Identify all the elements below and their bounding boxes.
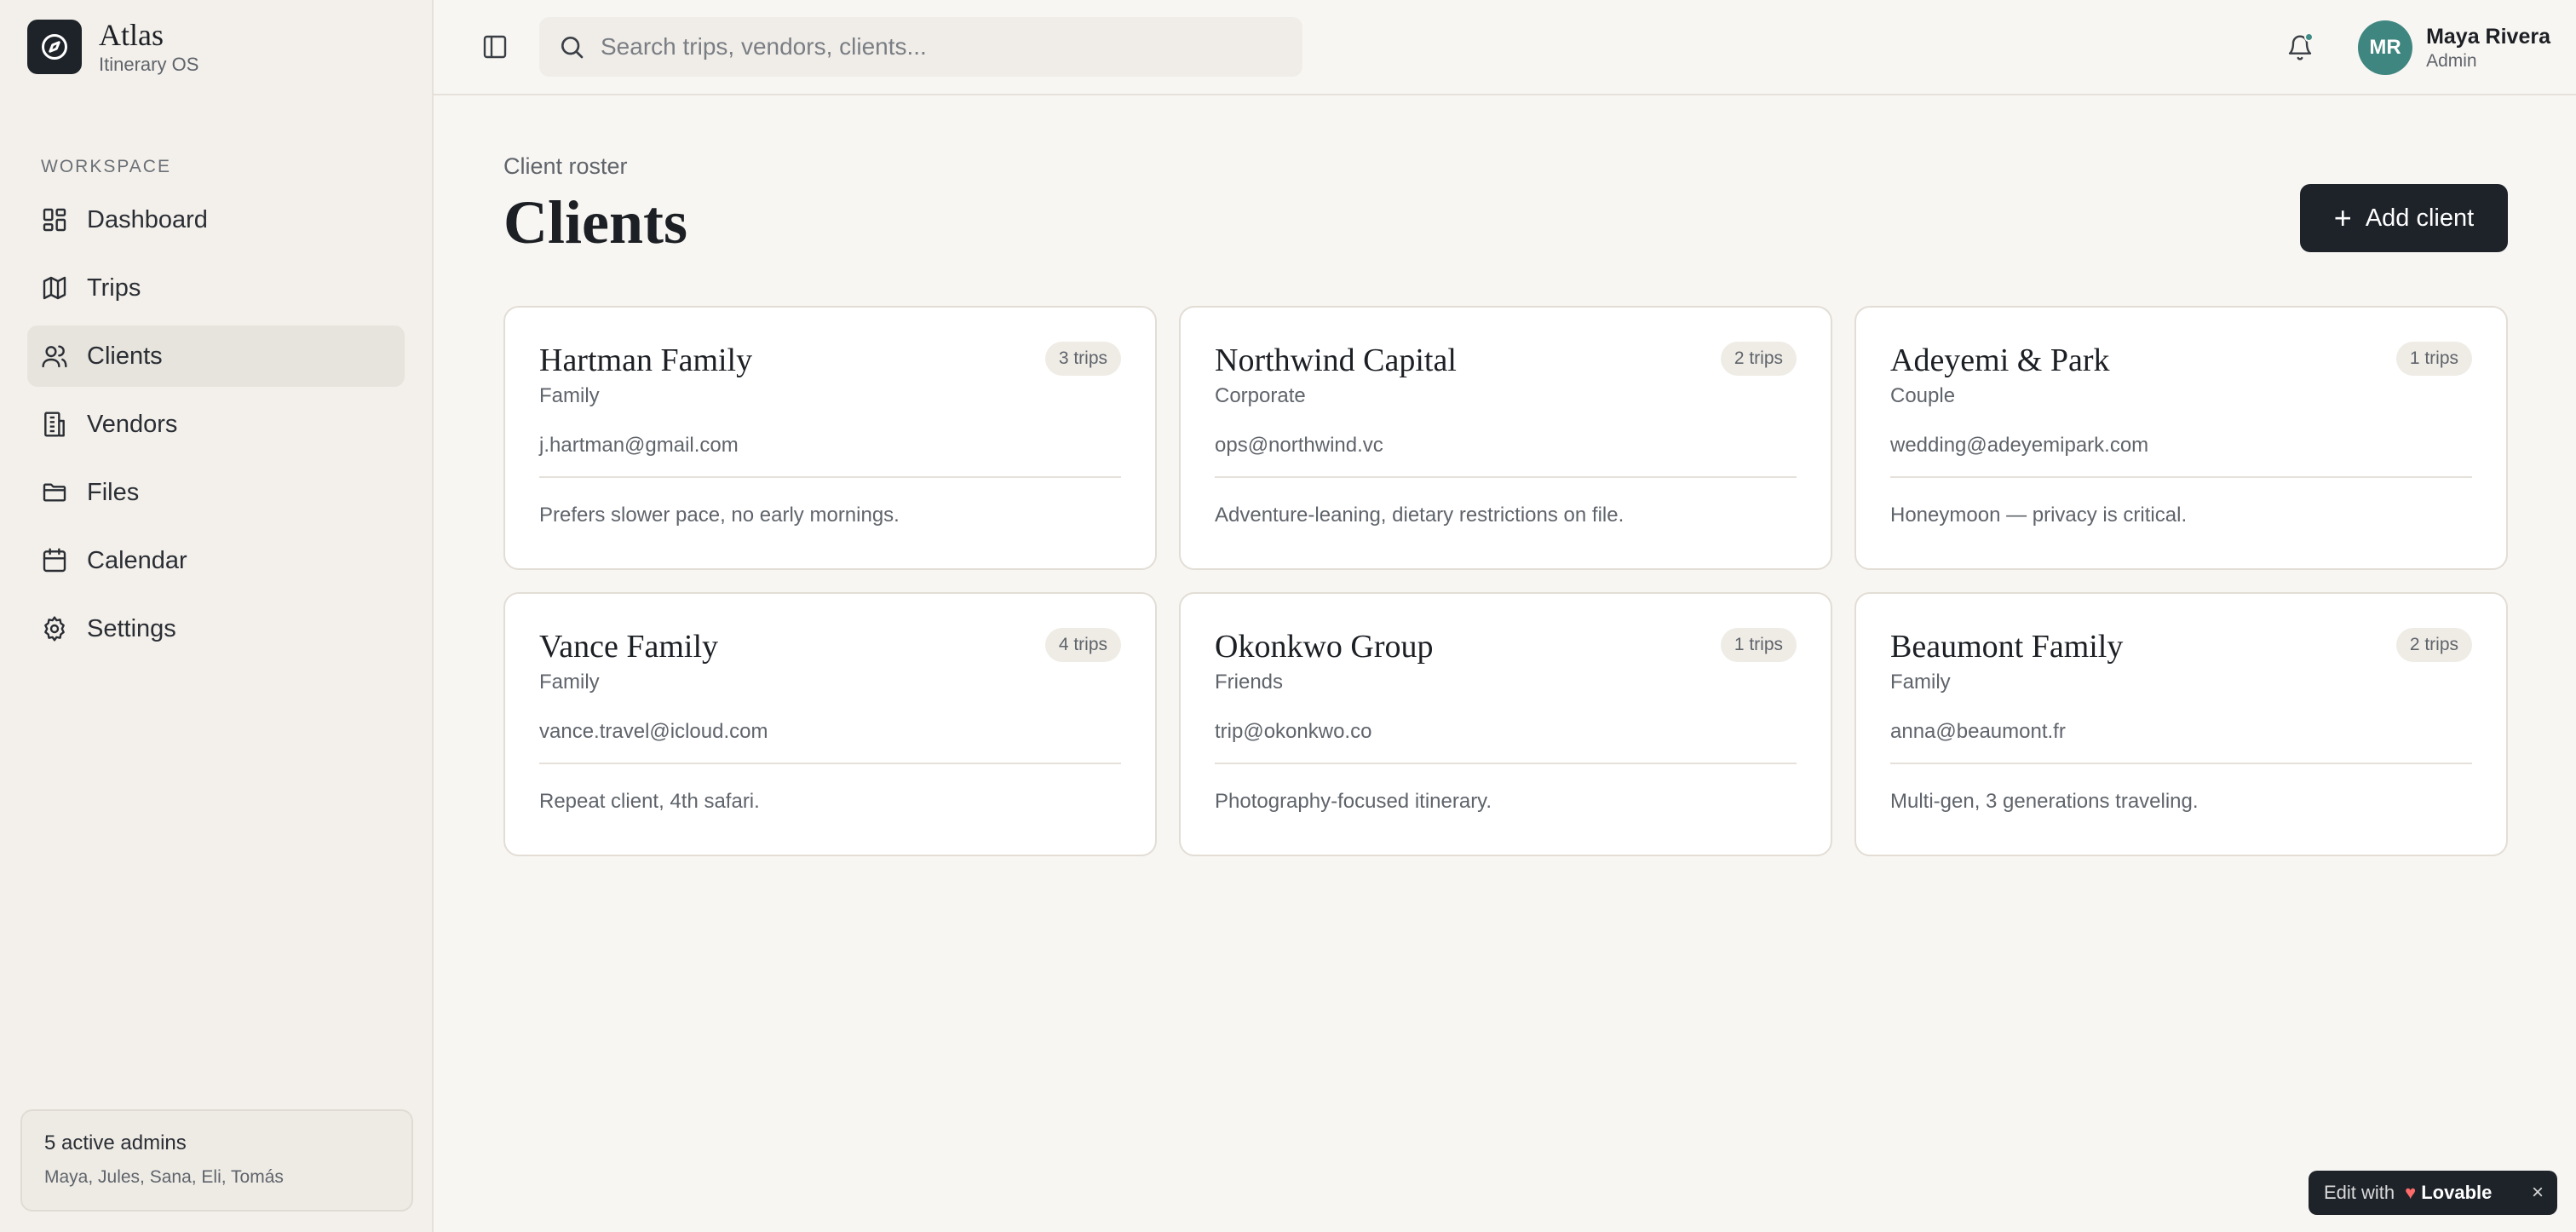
client-email: vance.travel@icloud.com	[539, 720, 768, 743]
lovable-brand: Lovable	[2421, 1182, 2493, 1203]
add-client-button[interactable]: + Add client	[2300, 184, 2508, 252]
gear-icon	[44, 616, 65, 642]
brand-name: Atlas	[99, 18, 164, 52]
sidebar-item-label: Settings	[87, 614, 176, 642]
divider	[1890, 763, 2472, 764]
notification-dot	[2304, 32, 2314, 42]
sidebar-item-label: Clients	[87, 342, 163, 370]
trips-badge: 1 trips	[2395, 342, 2472, 376]
avatar[interactable]: MR	[2358, 20, 2413, 75]
client-name: Beaumont Family	[1890, 629, 2124, 665]
sidebar-item-dashboard[interactable]: Dashboard	[27, 189, 405, 250]
admins-count: 5 active admins	[44, 1131, 187, 1154]
client-note: Multi-gen, 3 generations traveling.	[1890, 790, 2199, 813]
client-card[interactable]: Northwind Capital Corporate ops@northwin…	[1179, 306, 1832, 570]
trips-badge: 1 trips	[1720, 628, 1797, 662]
admins-names: Maya, Jules, Sana, Eli, Tomás	[44, 1167, 284, 1187]
map-icon	[43, 276, 66, 300]
plus-icon: +	[2333, 200, 2352, 235]
client-type: Couple	[1890, 384, 1956, 407]
client-name: Northwind Capital	[1215, 343, 1457, 378]
trips-badge: 2 trips	[2395, 628, 2472, 662]
active-admins-panel: 5 active admins Maya, Jules, Sana, Eli, …	[20, 1109, 413, 1212]
client-note: Repeat client, 4th safari.	[539, 790, 760, 813]
lovable-edit-label: Edit with	[2324, 1182, 2395, 1203]
users-icon	[42, 345, 67, 368]
sidebar-item-label: Calendar	[87, 546, 187, 574]
client-card[interactable]: Adeyemi & Park Couple wedding@adeyemipar…	[1854, 306, 2508, 570]
trips-badge: 4 trips	[1044, 628, 1121, 662]
client-card[interactable]: Okonkwo Group Friends trip@okonkwo.co Ph…	[1179, 592, 1832, 856]
close-icon[interactable]: ×	[2532, 1181, 2544, 1205]
page-eyebrow: Client roster	[503, 153, 628, 179]
client-card[interactable]: Beaumont Family Family anna@beaumont.fr …	[1854, 592, 2508, 856]
topbar: MR Maya Rivera Admin	[434, 0, 2576, 95]
trips-badge: 3 trips	[1044, 342, 1121, 376]
sidebar-nav: Dashboard Trips Clients Vendors Files Ca…	[0, 189, 432, 659]
user-menu[interactable]: Maya Rivera Admin	[2426, 25, 2550, 72]
client-card[interactable]: Hartman Family Family j.hartman@gmail.co…	[503, 306, 1157, 570]
folder-icon	[43, 483, 66, 502]
sidebar: Atlas Itinerary OS WORKSPACE Dashboard T…	[0, 0, 434, 1232]
client-email: ops@northwind.vc	[1215, 434, 1383, 457]
sidebar-item-label: Dashboard	[87, 205, 208, 233]
client-note: Prefers slower pace, no early mornings.	[539, 504, 900, 527]
client-name: Vance Family	[539, 629, 719, 665]
client-type: Family	[539, 671, 600, 694]
client-note: Honeymoon — privacy is critical.	[1890, 504, 2188, 527]
divider	[1215, 763, 1797, 764]
sidebar-item-label: Files	[87, 478, 140, 506]
client-type: Corporate	[1215, 384, 1306, 407]
divider	[1890, 476, 2472, 478]
sidebar-toggle-button[interactable]	[468, 20, 522, 74]
trips-badge: 2 trips	[1720, 342, 1797, 376]
building-icon	[44, 412, 65, 437]
client-email: wedding@adeyemipark.com	[1890, 434, 2149, 457]
brand-subtitle: Itinerary OS	[99, 54, 199, 75]
sidebar-item-settings[interactable]: Settings	[27, 598, 405, 659]
client-type: Family	[539, 384, 600, 407]
page-title: Clients	[503, 188, 687, 256]
edit-with-lovable-badge[interactable]: Edit with ♥ Lovable ×	[2309, 1171, 2557, 1215]
search-icon	[561, 37, 584, 59]
user-name: Maya Rivera	[2426, 24, 2550, 49]
client-type: Friends	[1215, 671, 1284, 694]
sidebar-item-trips[interactable]: Trips	[27, 257, 405, 319]
search-bar[interactable]	[539, 17, 1302, 77]
user-role: Admin	[2426, 50, 2477, 71]
client-type: Family	[1890, 671, 1951, 694]
client-note: Adventure-leaning, dietary restrictions …	[1215, 504, 1624, 527]
compass-icon	[27, 20, 82, 74]
client-name: Hartman Family	[539, 343, 753, 378]
divider	[1215, 476, 1797, 478]
client-name: Adeyemi & Park	[1890, 343, 2110, 378]
client-email: j.hartman@gmail.com	[539, 434, 739, 457]
panel-left-icon	[483, 35, 507, 59]
add-client-label: Add client	[2365, 204, 2475, 232]
dashboard-icon	[43, 208, 66, 232]
content: Client roster Clients + Add client Hartm…	[434, 95, 2576, 856]
search-input[interactable]	[601, 33, 1265, 60]
brand[interactable]: Atlas Itinerary OS	[0, 0, 432, 94]
section-label-workspace: WORKSPACE	[41, 157, 171, 176]
main-area: MR Maya Rivera Admin Client roster Clien…	[434, 0, 2576, 1232]
notifications-button[interactable]	[2276, 24, 2324, 72]
sidebar-item-label: Vendors	[87, 410, 178, 438]
sidebar-item-files[interactable]: Files	[27, 462, 405, 523]
heart-icon: ♥	[2405, 1182, 2417, 1203]
calendar-icon	[43, 548, 66, 573]
client-name: Okonkwo Group	[1215, 629, 1434, 665]
divider	[539, 763, 1121, 764]
client-note: Photography-focused itinerary.	[1215, 790, 1492, 813]
client-email: anna@beaumont.fr	[1890, 720, 2066, 743]
sidebar-item-clients[interactable]: Clients	[27, 325, 405, 387]
divider	[539, 476, 1121, 478]
client-grid: Hartman Family Family j.hartman@gmail.co…	[503, 306, 2508, 856]
sidebar-item-label: Trips	[87, 273, 141, 302]
sidebar-item-vendors[interactable]: Vendors	[27, 394, 405, 455]
sidebar-item-calendar[interactable]: Calendar	[27, 530, 405, 591]
client-email: trip@okonkwo.co	[1215, 720, 1372, 743]
client-card[interactable]: Vance Family Family vance.travel@icloud.…	[503, 592, 1157, 856]
